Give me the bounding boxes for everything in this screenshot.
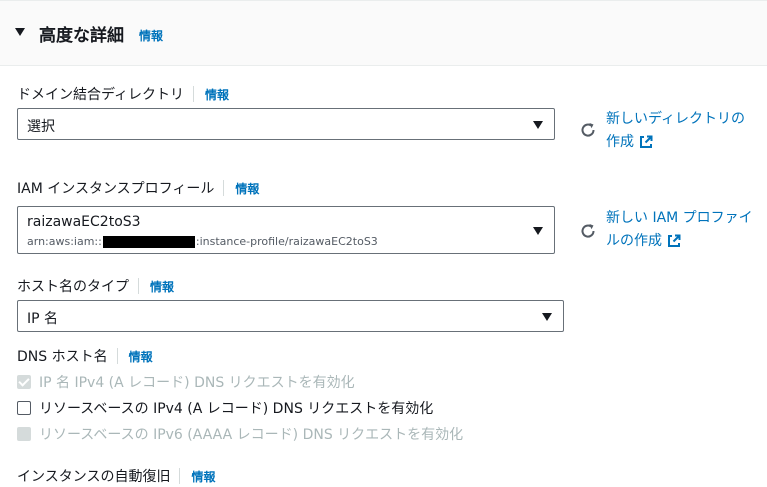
dns-option-label: リソースベースの IPv6 (AAAA レコード) DNS リクエストを有効化 — [39, 427, 464, 443]
domain-join-info-link[interactable]: 情報 — [205, 86, 229, 103]
dns-option-ip-name-ipv4: IP 名 IPv4 (A レコード) DNS リクエストを有効化 — [17, 372, 355, 392]
external-link-icon — [640, 135, 653, 148]
dns-hostname-label-row: DNS ホスト名 情報 — [17, 346, 153, 366]
domain-join-label-row: ドメイン結合ディレクトリ 情報 — [17, 84, 229, 104]
hostname-type-info-link[interactable]: 情報 — [150, 278, 174, 295]
section-info-link[interactable]: 情報 — [139, 27, 163, 44]
external-link-icon — [668, 234, 681, 247]
iam-profile-info-link[interactable]: 情報 — [235, 180, 259, 197]
dropdown-arrow-icon — [533, 121, 543, 129]
iam-profile-select[interactable]: raizawaEC2toS3 arn:aws:iam:::instance-pr… — [17, 206, 555, 254]
auto-recovery-label: インスタンスの自動復旧 — [17, 469, 171, 485]
create-directory-link-line2: 作成 — [606, 134, 634, 150]
dns-hostname-label: DNS ホスト名 — [17, 349, 108, 365]
iam-profile-value: raizawaEC2toS3 — [27, 214, 141, 230]
divider — [223, 180, 225, 196]
refresh-icon[interactable] — [579, 121, 597, 139]
checkbox[interactable] — [17, 401, 31, 415]
redacted-account-id — [102, 236, 195, 248]
domain-join-label: ドメイン結合ディレクトリ — [17, 87, 185, 103]
iam-arn-suffix: :instance-profile/raizawaEC2toS3 — [195, 235, 378, 248]
create-directory-link-line1: 新しいディレクトリの — [606, 111, 746, 127]
hostname-type-value: IP 名 — [27, 311, 59, 327]
create-iam-profile-link[interactable]: 新しい IAM プロファイ ルの作成 — [606, 207, 766, 253]
auto-recovery-info-link[interactable]: 情報 — [191, 468, 215, 485]
advanced-details-header[interactable]: 高度な詳細 情報 — [0, 0, 767, 66]
caret-down-icon[interactable] — [15, 28, 25, 36]
domain-join-select[interactable]: 選択 — [17, 108, 555, 140]
auto-recovery-label-row: インスタンスの自動復旧 情報 — [17, 466, 215, 486]
hostname-type-label: ホスト名のタイプ — [17, 279, 129, 295]
divider — [179, 468, 181, 484]
create-directory-link[interactable]: 新しいディレクトリの 作成 — [606, 108, 766, 154]
iam-profile-label-row: IAM インスタンスプロフィール 情報 — [17, 178, 259, 198]
section-title: 高度な詳細 — [39, 26, 124, 46]
dns-option-label[interactable]: リソースベースの IPv4 (A レコード) DNS リクエストを有効化 — [39, 398, 433, 418]
refresh-icon[interactable] — [579, 222, 597, 240]
divider — [116, 348, 118, 364]
dns-hostname-info-link[interactable]: 情報 — [129, 348, 153, 365]
dropdown-arrow-icon — [542, 313, 552, 321]
dns-option-resource-ipv4[interactable]: リソースベースの IPv4 (A レコード) DNS リクエストを有効化 — [17, 398, 433, 418]
iam-profile-arn: arn:aws:iam:::instance-profile/raizawaEC… — [27, 235, 378, 248]
checkbox-checked-disabled — [17, 375, 31, 389]
hostname-type-select[interactable]: IP 名 — [17, 300, 564, 332]
divider — [193, 86, 195, 102]
iam-arn-prefix: arn:aws:iam:: — [27, 235, 102, 248]
dropdown-arrow-icon — [533, 227, 543, 235]
hostname-type-label-row: ホスト名のタイプ 情報 — [17, 276, 174, 296]
checkbox-disabled — [17, 427, 31, 441]
dns-option-resource-ipv6: リソースベースの IPv6 (AAAA レコード) DNS リクエストを有効化 — [17, 424, 463, 444]
create-iam-link-line2: ルの作成 — [606, 233, 662, 249]
divider — [138, 278, 139, 294]
create-iam-link-line1: 新しい IAM プロファイ — [606, 210, 753, 226]
iam-profile-label: IAM インスタンスプロフィール — [17, 181, 215, 197]
domain-join-value: 選択 — [27, 119, 55, 135]
dns-option-label: IP 名 IPv4 (A レコード) DNS リクエストを有効化 — [39, 375, 355, 391]
